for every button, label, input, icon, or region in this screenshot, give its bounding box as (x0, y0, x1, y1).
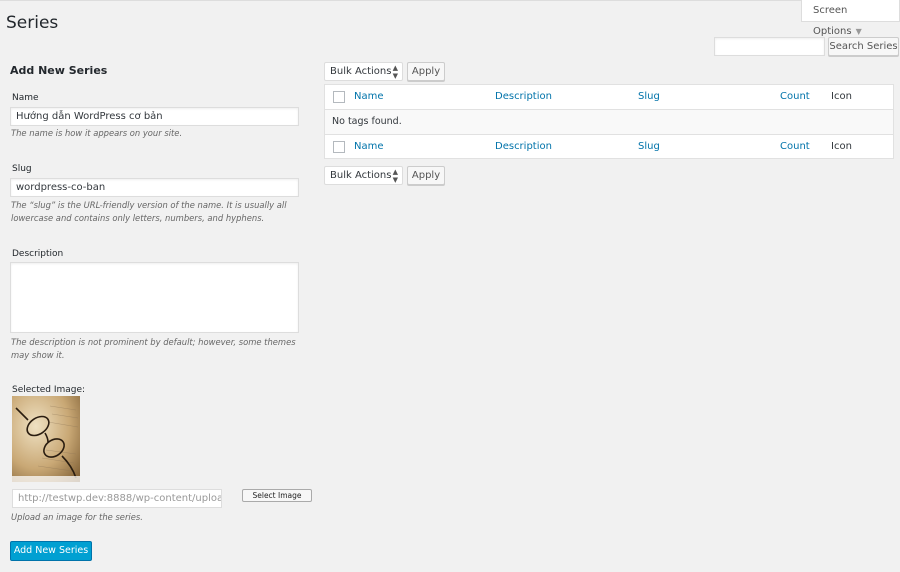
description-hint: The description is not prominent by defa… (11, 337, 296, 360)
column-icon-footer: Icon (831, 141, 852, 152)
caret-down-icon: ▼ (855, 27, 862, 36)
bulk-actions-label: Bulk Actions (330, 66, 392, 77)
name-field[interactable]: Hướng dẫn WordPress cơ bản (10, 107, 299, 126)
add-new-series-button[interactable]: Add New Series (10, 541, 92, 561)
selected-image-label: Selected Image: (12, 385, 86, 395)
select-all-checkbox-footer[interactable] (333, 141, 345, 153)
table-header-row: Name Description Slug Count Icon (325, 85, 893, 110)
column-slug-footer[interactable]: Slug (638, 141, 660, 152)
column-count-footer[interactable]: Count (780, 141, 810, 152)
search-button[interactable]: Search Series (828, 37, 899, 56)
column-name[interactable]: Name (354, 91, 384, 102)
page-title: Series (6, 13, 59, 33)
column-count[interactable]: Count (780, 91, 810, 102)
select-all-checkbox[interactable] (333, 91, 345, 103)
column-slug[interactable]: Slug (638, 91, 660, 102)
table-row: No tags found. (325, 110, 893, 135)
apply-button-bottom[interactable]: Apply (407, 166, 445, 185)
screen-options-toggle[interactable]: Screen Options ▼ (801, 0, 900, 37)
table-footer-row: Name Description Slug Count Icon (325, 134, 893, 159)
selected-image-thumbnail (12, 396, 80, 482)
column-name-footer[interactable]: Name (354, 141, 384, 152)
name-hint: The name is how it appears on your site. (11, 128, 183, 138)
screen-options-label: Screen Options (813, 5, 852, 37)
bulk-actions-label: Bulk Actions (330, 170, 392, 181)
empty-message: No tags found. (332, 116, 402, 127)
slug-label: Slug (12, 164, 32, 174)
slug-field[interactable]: wordpress-co-ban (10, 178, 299, 197)
bulk-actions-select-bottom[interactable]: Bulk Actions ▲ ▼ (324, 166, 403, 185)
select-arrows-icon: ▲ ▼ (392, 168, 398, 184)
select-image-button[interactable]: Select Image (242, 489, 312, 502)
description-textarea[interactable] (10, 262, 299, 333)
slug-hint: The “slug” is the URL-friendly version o… (11, 200, 287, 223)
column-description[interactable]: Description (495, 91, 552, 102)
select-arrows-icon: ▲ ▼ (392, 64, 398, 80)
column-description-footer[interactable]: Description (495, 141, 552, 152)
form-title: Add New Series (10, 64, 108, 77)
apply-button-top[interactable]: Apply (407, 62, 445, 81)
image-url-field[interactable]: http://testwp.dev:8888/wp-content/upload… (12, 489, 222, 508)
search-input[interactable] (714, 37, 825, 56)
top-divider (0, 0, 900, 1)
series-table: Name Description Slug Count Icon No tags… (324, 84, 894, 159)
column-icon: Icon (831, 91, 852, 102)
description-label: Description (12, 249, 64, 259)
bulk-actions-select-top[interactable]: Bulk Actions ▲ ▼ (324, 62, 403, 81)
name-label: Name (12, 93, 39, 103)
image-hint: Upload an image for the series. (11, 512, 143, 522)
